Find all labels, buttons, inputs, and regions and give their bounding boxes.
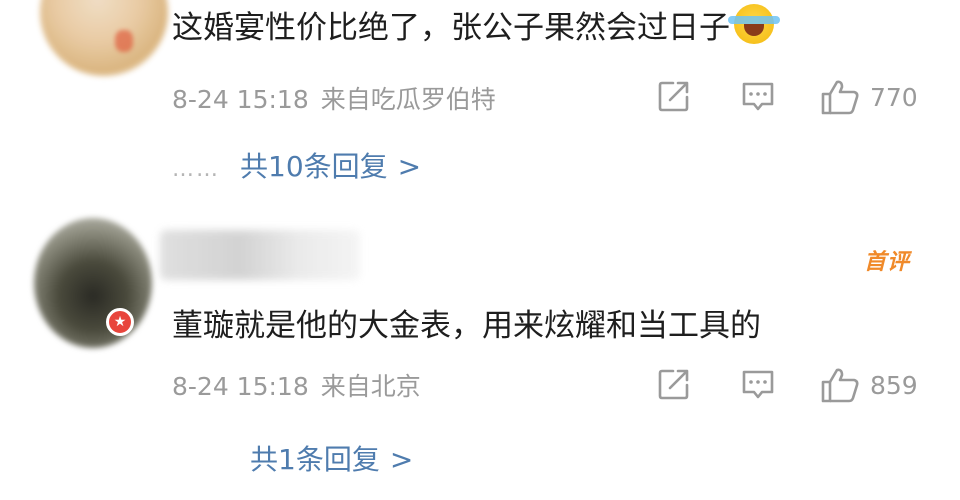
avatar[interactable] (40, 0, 168, 76)
share-icon (658, 81, 689, 112)
comment-icon (742, 82, 774, 111)
thumbs-up-icon (821, 80, 859, 115)
comment-text: 这婚宴性价比绝了，张公子果然会过日子 (172, 2, 780, 47)
view-replies-link[interactable]: 共10条回复 > (240, 150, 421, 183)
replies-dots: …… (172, 157, 220, 182)
avatar-badge (115, 30, 133, 52)
comment-icon (742, 370, 774, 399)
first-comment-tag: 首评 (864, 250, 911, 275)
reply-button[interactable] (740, 78, 776, 114)
comment-item: 这婚宴性价比绝了，张公子果然会过日子 8-24 15:18 来自吃瓜罗伯特 770 (0, 0, 960, 210)
laughing-crying-emoji-icon (728, 4, 780, 44)
like-button[interactable]: 859 (820, 366, 918, 404)
share-icon (658, 369, 689, 400)
username-redacted[interactable] (160, 230, 360, 280)
share-button[interactable] (656, 78, 692, 114)
view-replies-link[interactable]: 共1条回复 > (250, 443, 413, 476)
comment-text: 董璇就是他的大金表，用来炫耀和当工具的 (172, 308, 761, 344)
comment-actions: 859 (0, 364, 960, 404)
avatar[interactable] (34, 218, 152, 348)
like-count: 859 (870, 370, 918, 400)
chevron-right-icon: > (389, 443, 414, 476)
replies-row: 共1条回复 > (250, 438, 413, 478)
thumbs-up-icon (821, 368, 859, 403)
chevron-right-icon: > (397, 150, 422, 183)
comment-actions: 770 (0, 76, 960, 116)
reply-button[interactable] (740, 366, 776, 402)
vip-star-icon: ★ (106, 308, 134, 336)
comment-item: ★ 首评 董璇就是他的大金表，用来炫耀和当工具的 8-24 15:18 来自北京 … (0, 210, 960, 500)
like-count: 770 (870, 82, 918, 112)
replies-row: …… 共10条回复 > (172, 145, 421, 185)
share-button[interactable] (656, 366, 692, 402)
like-button[interactable]: 770 (820, 78, 918, 116)
